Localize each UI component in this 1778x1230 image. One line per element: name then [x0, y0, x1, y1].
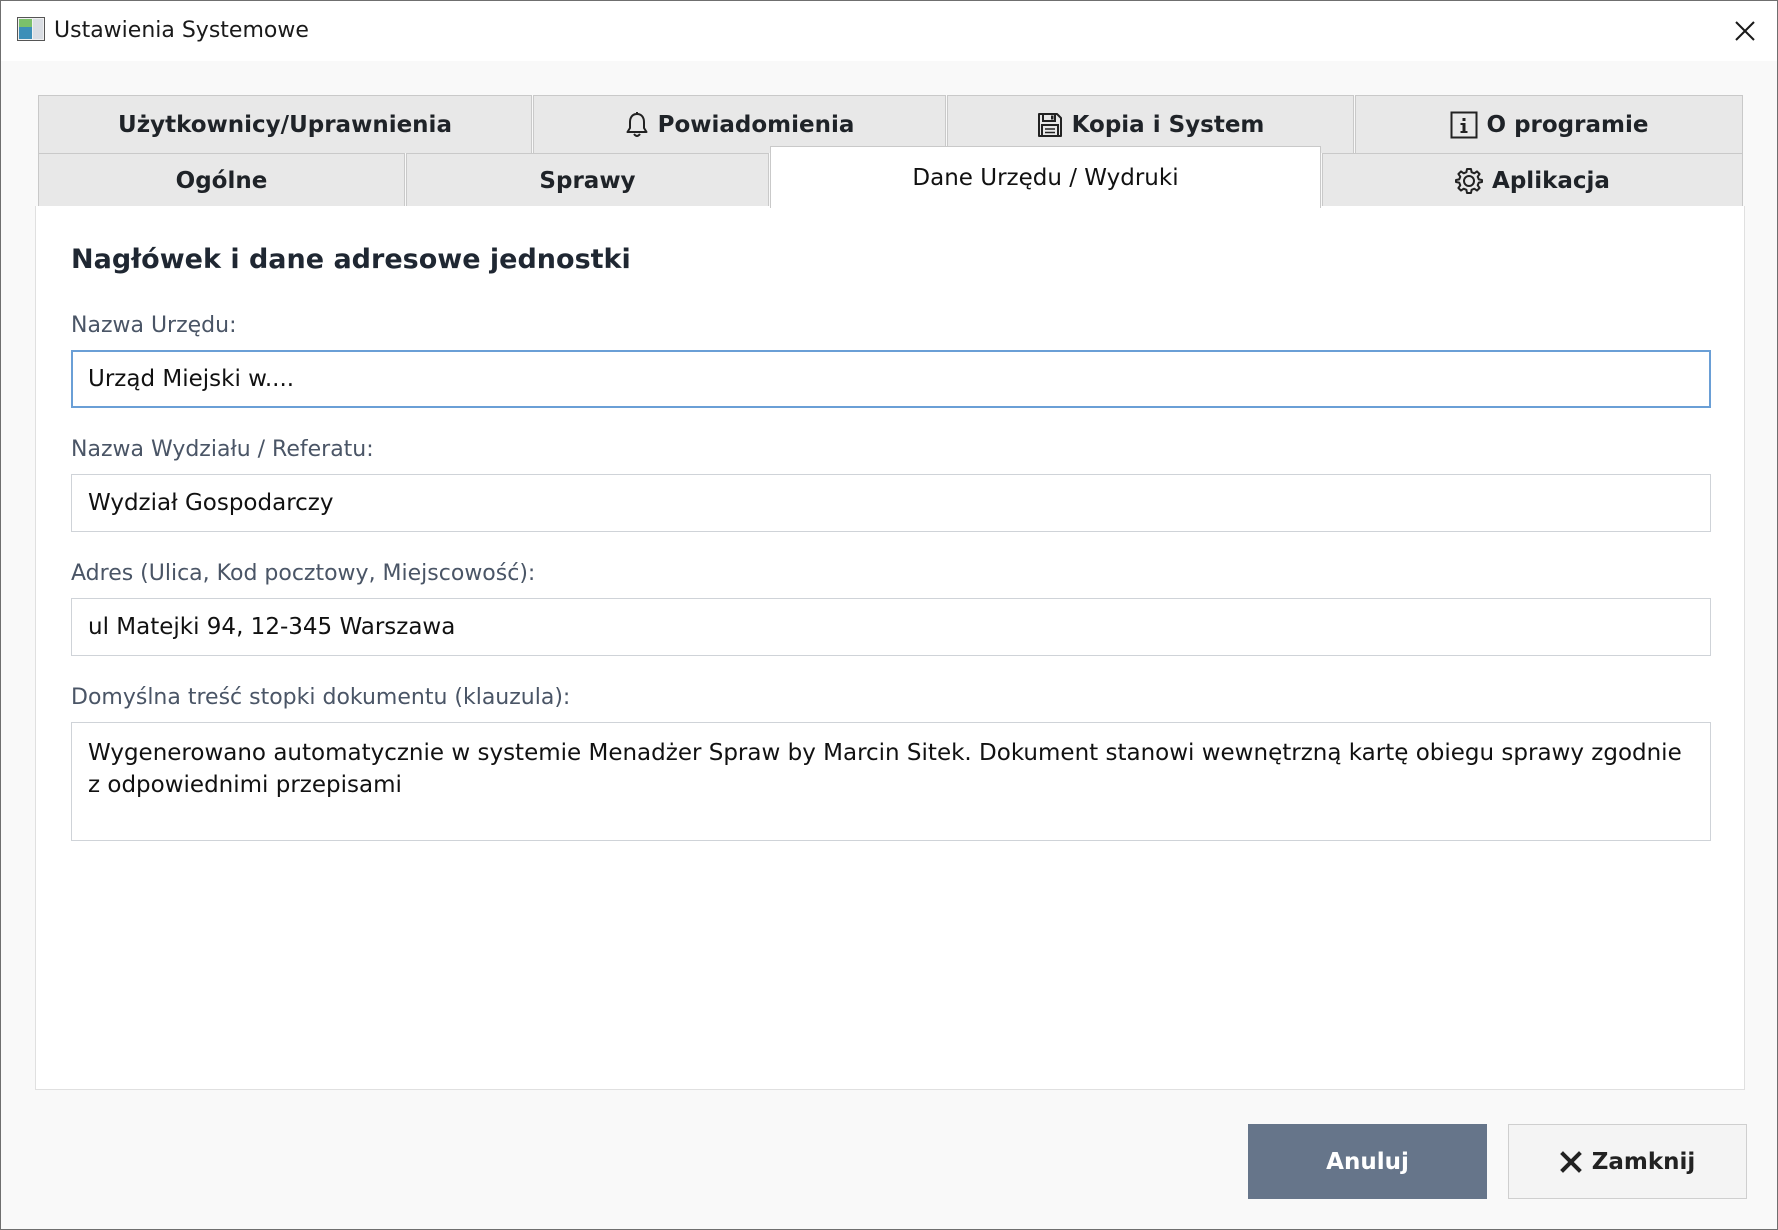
tab-office-data-prints[interactable]: Dane Urzędu / Wydruki	[770, 146, 1321, 208]
section-title: Nagłówek i dane adresowe jednostki	[71, 244, 631, 275]
tab-backup-system[interactable]: Kopia i System	[947, 95, 1354, 153]
tab-label: Aplikacja	[1492, 167, 1610, 194]
close-button-label: Zamknij	[1591, 1148, 1696, 1175]
office-name-input[interactable]	[71, 350, 1711, 408]
tab-label: Dane Urzędu / Wydruki	[912, 164, 1179, 191]
address-label: Adres (Ulica, Kod pocztowy, Miejscowość)…	[71, 561, 536, 586]
tab-label: Kopia i System	[1071, 111, 1265, 138]
window-title: Ustawienia Systemowe	[54, 18, 309, 43]
tab-notifications[interactable]: Powiadomienia	[533, 95, 946, 153]
address-input[interactable]	[71, 598, 1711, 656]
app-window-icon	[17, 17, 45, 41]
title-bar: Ustawienia Systemowe	[1, 1, 1777, 61]
cancel-button[interactable]: Anuluj	[1248, 1124, 1487, 1199]
tab-users-permissions[interactable]: Użytkownicy/Uprawnienia	[38, 95, 532, 153]
office-name-label: Nazwa Urzędu:	[71, 313, 237, 338]
tab-label: Użytkownicy/Uprawnienia	[118, 111, 452, 138]
bell-icon	[626, 111, 648, 137]
tab-application[interactable]: Aplikacja	[1322, 153, 1743, 207]
footer-textarea[interactable]: Wygenerowano automatycznie w systemie Me…	[71, 722, 1711, 841]
department-input[interactable]	[71, 474, 1711, 532]
tab-label: Ogólne	[175, 167, 268, 194]
tab-label: Sprawy	[539, 167, 636, 194]
window-close-icon[interactable]	[1723, 13, 1767, 49]
close-icon	[1559, 1150, 1582, 1173]
close-button[interactable]: Zamknij	[1508, 1124, 1747, 1199]
tab-cases[interactable]: Sprawy	[406, 153, 769, 207]
tab-label: O programie	[1486, 111, 1649, 138]
floppy-disk-icon	[1037, 112, 1062, 137]
footer-label: Domyślna treść stopki dokumentu (klauzul…	[71, 685, 571, 710]
gear-icon	[1455, 167, 1484, 194]
settings-window: Ustawienia Systemowe Użytkownicy/Uprawni…	[0, 0, 1778, 1230]
cancel-button-label: Anuluj	[1326, 1148, 1409, 1175]
tab-label: Powiadomienia	[657, 111, 855, 138]
tab-general[interactable]: Ogólne	[38, 153, 405, 207]
department-label: Nazwa Wydziału / Referatu:	[71, 437, 374, 462]
info-icon	[1450, 111, 1478, 138]
tab-about[interactable]: O programie	[1355, 95, 1743, 153]
